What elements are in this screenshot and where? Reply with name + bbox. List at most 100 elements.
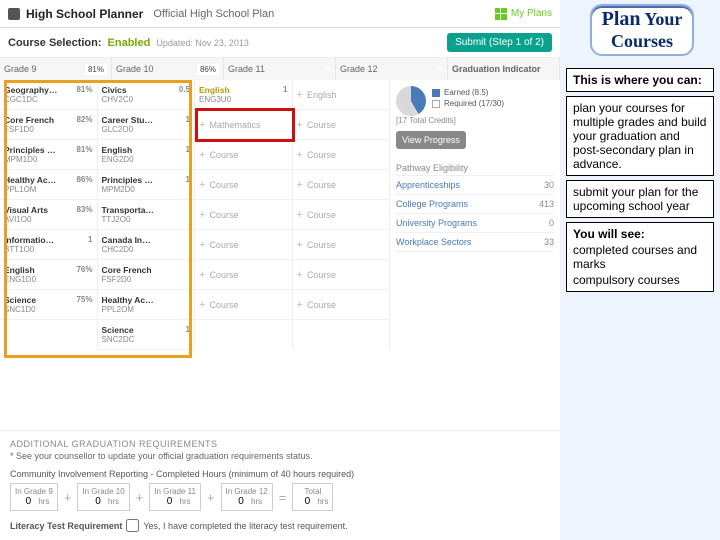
add-course-slot[interactable]: +Course: [293, 140, 390, 170]
course-slot[interactable]: Canada In…CHC2D0: [98, 230, 195, 260]
hours-total: [297, 496, 317, 507]
hours-input[interactable]: [88, 496, 108, 507]
see-item: compulsory courses: [573, 273, 707, 287]
app-logo-icon: [8, 8, 20, 20]
plus-icon: +: [199, 299, 205, 311]
add-course-slot[interactable]: +Course: [195, 170, 292, 200]
grade9-column: Geography…81%CGC1DC Core French82%FSF1D0…: [0, 80, 98, 350]
add-course-slot[interactable]: +Course: [195, 290, 292, 320]
course-slot[interactable]: Principles …1MPM2D0: [98, 170, 195, 200]
plus-icon: +: [297, 89, 303, 101]
grade-col-11[interactable]: Grade 11: [224, 58, 336, 80]
plus-icon: +: [297, 239, 303, 251]
total-credits: [17 Total Credits]: [396, 116, 554, 125]
grade12-column: +English +Course +Course +Course +Course…: [293, 80, 391, 350]
add-course-slot[interactable]: +Course: [293, 290, 390, 320]
course-slot[interactable]: English76%ENG1D0: [0, 260, 97, 290]
grad-indicator-header: Graduation Indicator: [448, 58, 560, 80]
add-course-slot[interactable]: +Course: [195, 260, 292, 290]
grid-icon: [495, 8, 507, 20]
add-course-slot[interactable]: +English: [293, 80, 390, 110]
plus-icon: +: [199, 149, 205, 161]
hours-box-g10: In Grade 10hrs: [77, 483, 129, 511]
legend-required: Required (17/30): [432, 99, 554, 108]
grade11-column: English1ENG3U0 +Mathematics +Course +Cou…: [195, 80, 293, 350]
see-pane: You will see: completed courses and mark…: [566, 222, 714, 292]
eligibility-row[interactable]: College Programs413: [396, 195, 554, 214]
add-course-slot[interactable]: +Course: [195, 140, 292, 170]
topbar: High School Planner Official High School…: [0, 0, 560, 28]
add-course-slot[interactable]: +Course: [293, 260, 390, 290]
hours-box-total: Totalhrs: [292, 483, 333, 511]
add-course-slot[interactable]: +Mathematics: [195, 110, 292, 140]
status-updated: Updated: Nov 23, 2013: [156, 38, 249, 48]
course-slot[interactable]: Informatio…1BTT1O0: [0, 230, 97, 260]
grad-indicator-panel: Earned (8.5) Required (17/30) [17 Total …: [390, 80, 560, 350]
equals-icon: =: [279, 490, 287, 505]
annotation-sidebar: Plan Your Courses This is where you can:…: [560, 0, 720, 540]
plus-icon: +: [207, 490, 215, 505]
course-slot[interactable]: Career Stu…1GLC2O0: [98, 110, 195, 140]
course-slot[interactable]: Transporta…TTJ2O0: [98, 200, 195, 230]
course-slot[interactable]: Core French82%FSF1D0: [0, 110, 97, 140]
course-slot[interactable]: Visual Arts83%AVI1O0: [0, 200, 97, 230]
literacy-row: Literacy Test Requirement Yes, I have co…: [10, 519, 550, 532]
eligibility-row[interactable]: Apprenticeships30: [396, 176, 554, 195]
see-item: completed courses and marks: [573, 243, 707, 271]
plan-subtitle: Official High School Plan: [153, 8, 274, 20]
add-course-slot[interactable]: +Course: [293, 230, 390, 260]
eligibility-row[interactable]: University Programs0: [396, 214, 554, 233]
status-state: Enabled: [108, 37, 151, 49]
app-title: High School Planner: [26, 7, 143, 21]
add-course-slot[interactable]: +Course: [293, 110, 390, 140]
community-title: Community Involvement Reporting - Comple…: [10, 469, 550, 479]
plus-icon: +: [136, 490, 144, 505]
course-slot[interactable]: Principles …81%MPM1D0: [0, 140, 97, 170]
course-slot[interactable]: Science1SNC2DC: [98, 320, 195, 350]
hours-input[interactable]: [18, 496, 38, 507]
hours-input[interactable]: [160, 496, 180, 507]
course-slot[interactable]: Healthy Ac…PPL2OM: [98, 290, 195, 320]
view-progress-button[interactable]: View Progress: [396, 131, 466, 149]
hours-box-g12: In Grade 12hrs: [221, 483, 273, 511]
eligibility-row[interactable]: Workplace Sectors33: [396, 233, 554, 252]
course-slot-selected[interactable]: English1ENG3U0: [195, 80, 292, 110]
hours-input[interactable]: [231, 496, 251, 507]
plus-icon: +: [199, 179, 205, 191]
see-heading: You will see:: [573, 227, 707, 241]
addl-title: ADDITIONAL GRADUATION REQUIREMENTS: [10, 439, 550, 449]
plus-icon: +: [297, 269, 303, 281]
course-grid: Geography…81%CGC1DC Core French82%FSF1D0…: [0, 80, 560, 350]
literacy-label: Literacy Test Requirement: [10, 521, 122, 531]
status-bar: Course Selection: Enabled Updated: Nov 2…: [0, 28, 560, 58]
text-pane-2: submit your plan for the upcoming school…: [566, 180, 714, 218]
course-slot[interactable]: Core FrenchFSF2D0: [98, 260, 195, 290]
grade-col-12[interactable]: Grade 12: [336, 58, 448, 80]
earned-swatch-icon: [432, 89, 440, 97]
course-slot[interactable]: Science75%SNC1D0: [0, 290, 97, 320]
grade-col-10[interactable]: Grade 1086%: [112, 58, 224, 80]
plus-icon: +: [297, 119, 303, 131]
submit-button[interactable]: Submit (Step 1 of 2): [447, 33, 552, 52]
hours-box-g9: In Grade 9hrs: [10, 483, 58, 511]
plus-icon: +: [199, 239, 205, 251]
course-slot[interactable]: Civics0.5CHV2C0: [98, 80, 195, 110]
literacy-checkbox[interactable]: [126, 519, 139, 532]
grade-header: Grade 981% Grade 1086% Grade 11 Grade 12…: [0, 58, 560, 80]
course-slot[interactable]: English1ENG2D0: [98, 140, 195, 170]
grade-col-9[interactable]: Grade 981%: [0, 58, 112, 80]
plus-icon: +: [297, 179, 303, 191]
plus-icon: +: [199, 269, 205, 281]
add-course-slot[interactable]: +Course: [293, 200, 390, 230]
my-plans-label: My Plans: [511, 8, 552, 19]
add-course-slot[interactable]: +Course: [195, 200, 292, 230]
status-label: Course Selection:: [8, 37, 102, 49]
title-badge: Plan Your Courses: [590, 4, 695, 56]
my-plans-link[interactable]: My Plans: [495, 8, 552, 20]
add-course-slot[interactable]: +Course: [293, 170, 390, 200]
course-slot[interactable]: Geography…81%CGC1DC: [0, 80, 97, 110]
course-slot[interactable]: Healthy Ac…86%PPL1OM: [0, 170, 97, 200]
add-course-slot[interactable]: +Course: [195, 230, 292, 260]
hours-box-g11: In Grade 11hrs: [149, 483, 201, 511]
plus-icon: +: [297, 149, 303, 161]
